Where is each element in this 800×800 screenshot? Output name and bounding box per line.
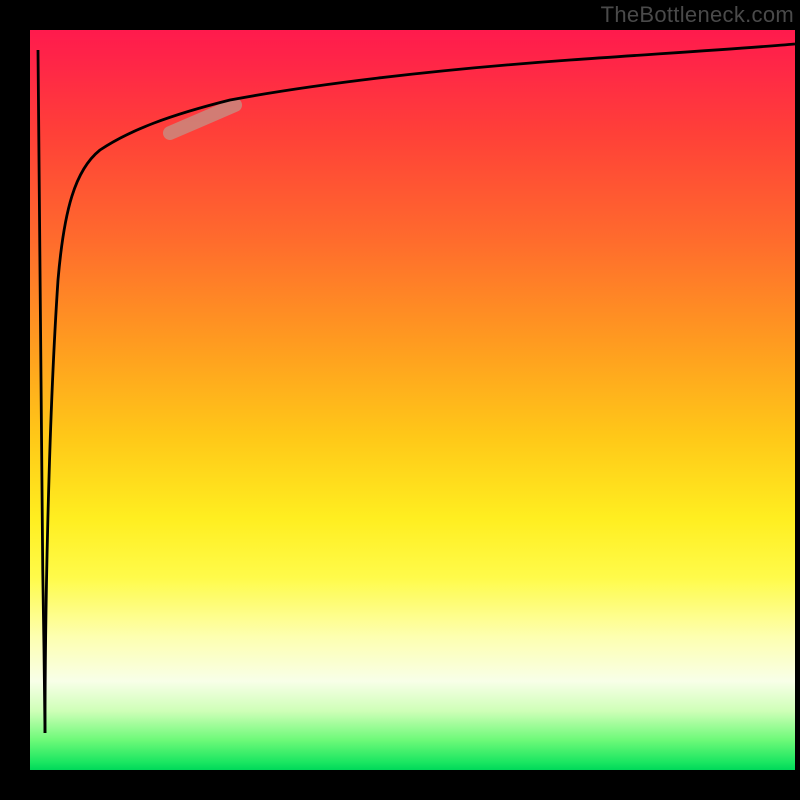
chart-canvas: TheBottleneck.com	[0, 0, 800, 800]
plot-area	[30, 30, 795, 770]
initial-drop	[38, 50, 45, 733]
curve-svg	[30, 30, 795, 770]
main-curve	[45, 44, 795, 733]
highlight-segment	[170, 105, 235, 133]
watermark-label: TheBottleneck.com	[601, 2, 794, 28]
